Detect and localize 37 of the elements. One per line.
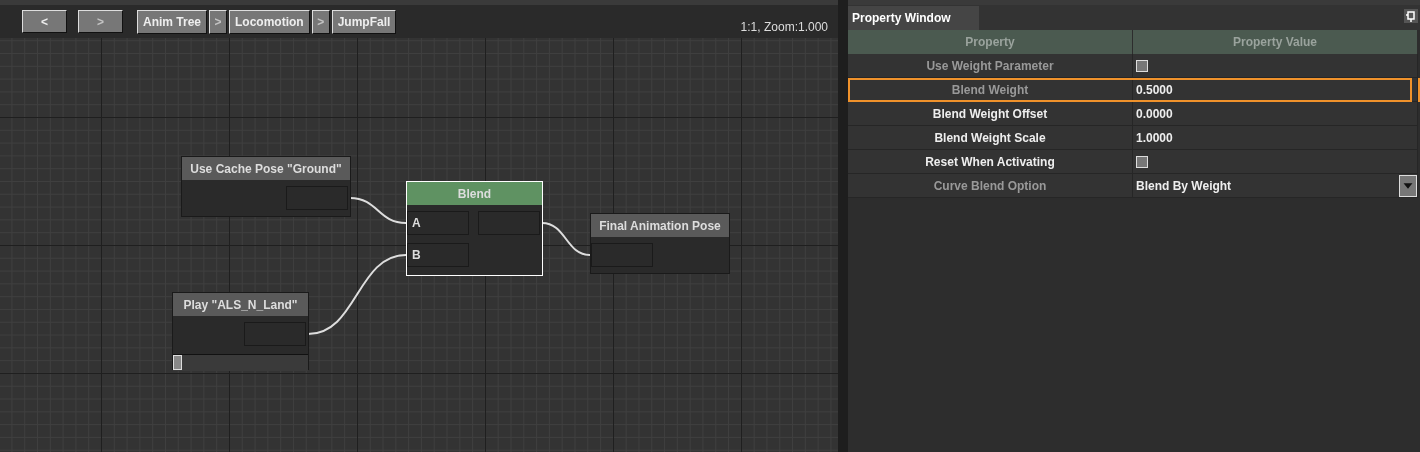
playback-track[interactable] (173, 354, 308, 371)
breadcrumb-button[interactable]: Locomotion (229, 9, 310, 34)
property-name: Blend Weight Offset (848, 102, 1133, 126)
breadcrumb-separator[interactable]: > (311, 9, 330, 34)
checkbox[interactable] (1136, 155, 1148, 168)
input-pin[interactable]: A (407, 211, 469, 235)
dropdown-value: Blend By Weight (1136, 178, 1232, 193)
graph-node[interactable]: Play "ALS_N_Land" (172, 292, 309, 370)
connection-wire (541, 222, 591, 256)
graph-node[interactable]: Final Animation Pose (590, 213, 730, 274)
property-name: Blend Weight Scale (848, 126, 1133, 150)
node-title: Use Cache Pose "Ground" (182, 157, 350, 180)
back-button[interactable]: < (22, 10, 67, 33)
zoom-label: 1:1, Zoom:1.000 (740, 18, 828, 34)
node-title: Play "ALS_N_Land" (173, 293, 308, 316)
breadcrumb-button[interactable]: JumpFall (331, 9, 397, 34)
property-value: 0.0000 (1133, 102, 1418, 126)
connection-wire (349, 197, 407, 224)
graph-node[interactable]: Blend A B (406, 181, 543, 276)
property-name: Blend Weight (848, 78, 1133, 102)
node-title: Blend (407, 182, 542, 205)
breadcrumb-separator[interactable]: > (209, 9, 228, 34)
column-header: Property (848, 30, 1133, 54)
panel-tab[interactable]: Property Window (848, 6, 979, 30)
pin-icon[interactable] (1404, 9, 1418, 23)
input-pin[interactable] (591, 243, 653, 267)
input-pin[interactable]: B (407, 243, 469, 267)
playback-thumb[interactable] (173, 355, 182, 370)
property-value: 0.5000 (1133, 78, 1418, 102)
property-name: Use Weight Parameter (848, 54, 1133, 78)
breadcrumb-button[interactable]: Anim Tree (137, 9, 208, 34)
property-name: Curve Blend Option (848, 174, 1133, 198)
property-value: 1.0000 (1133, 126, 1418, 150)
property-name: Reset When Activating (848, 150, 1133, 174)
graph-node[interactable]: Use Cache Pose "Ground" (181, 156, 351, 217)
node-title: Final Animation Pose (591, 214, 729, 237)
column-header: Property Value (1133, 30, 1418, 54)
